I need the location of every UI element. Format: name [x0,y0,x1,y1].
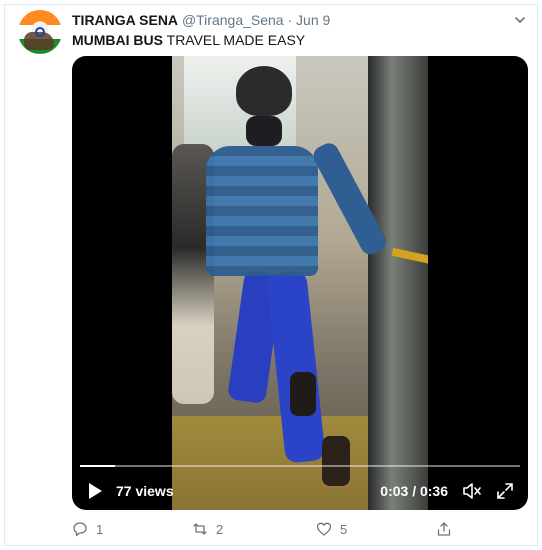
chevron-down-icon[interactable] [514,14,526,26]
person-shoe-left [290,372,316,416]
tweet-header: TIRANGA SENA @Tiranga_Sena · Jun 9 [72,10,522,30]
bus-door [368,56,428,510]
like-button[interactable]: 5 [316,518,347,540]
video-progress-bar[interactable] [80,465,520,467]
separator-dot: · [287,12,293,28]
avatar[interactable] [18,10,62,54]
play-icon[interactable] [86,482,104,500]
tweet-text-bold: MUMBAI BUS [72,32,163,48]
share-button[interactable] [436,518,452,540]
reply-button[interactable]: 1 [72,518,103,540]
tweet-date[interactable]: Jun 9 [296,12,330,28]
retweet-icon [193,523,207,535]
like-count: 5 [340,521,348,537]
retweet-count: 2 [216,521,224,537]
reply-count: 1 [96,521,104,537]
person-shirt [206,146,318,276]
video-time: 0:03 / 0:36 [380,483,448,499]
share-icon [437,522,451,536]
display-name[interactable]: TIRANGA SENA [72,12,178,28]
video-player[interactable]: 77 views 0:03 / 0:36 [72,56,528,510]
user-handle[interactable]: @Tiranga_Sena [182,12,284,28]
heart-icon [316,522,332,536]
ashoka-chakra [35,27,45,37]
video-frame[interactable] [172,56,428,510]
volume-muted-icon[interactable] [462,482,482,500]
tweet-actions: 1 2 5 [72,518,472,540]
tweet-text-rest: TRAVEL MADE EASY [163,32,306,48]
view-count: 77 views [116,483,174,499]
reply-icon [73,522,87,537]
fullscreen-icon[interactable] [496,482,514,500]
tweet-text: MUMBAI BUS TRAVEL MADE EASY [72,30,305,50]
person-mask [246,116,282,146]
retweet-button[interactable]: 2 [192,518,223,540]
person-head [236,66,292,116]
video-controls: 77 views 0:03 / 0:36 [72,470,528,510]
video-progress-fill [80,465,116,467]
